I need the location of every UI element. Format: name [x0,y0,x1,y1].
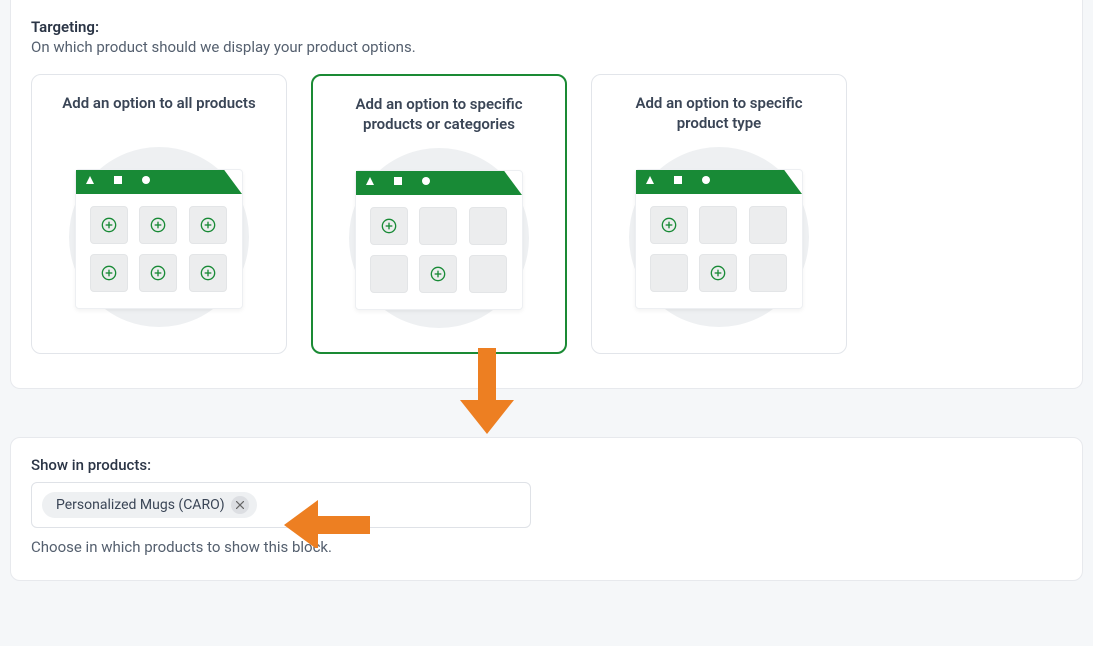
tile-blank [370,255,408,293]
tile-blank [749,206,787,244]
card-specific-products[interactable]: Add an option to specific products or ca… [311,74,567,354]
tag-remove-button[interactable] [231,496,249,514]
product-tag-input[interactable]: Personalized Mugs (CARO) [31,482,531,528]
tile-plus-icon [189,254,227,292]
targeting-panel: Targeting: On which product should we di… [10,0,1083,389]
card-title: Add an option to specific product type [608,93,830,135]
tile-blank [650,254,688,292]
tile-blank [419,207,457,245]
browser-mock [635,169,803,309]
tile-blank [749,254,787,292]
close-icon [236,501,244,509]
targeting-cards: Add an option to all products [31,74,1062,354]
show-in-products-helper: Choose in which products to show this bl… [31,538,1062,556]
targeting-subheading: On which product should we display your … [31,38,1062,56]
card-all-products[interactable]: Add an option to all products [31,74,287,354]
browser-bar [76,170,242,194]
tile-plus-icon [189,206,227,244]
browser-bar [356,171,522,195]
tile-plus-icon [419,255,457,293]
tile-plus-icon [139,254,177,292]
card-title: Add an option to all products [62,93,255,135]
tile-blank [469,207,507,245]
tile-plus-icon [90,206,128,244]
tile-plus-icon [650,206,688,244]
annotation-arrow-down-icon [460,348,514,438]
annotation-arrow-left-icon [284,500,370,552]
card-illustration [619,147,819,327]
tile-plus-icon [139,206,177,244]
browser-mock [355,170,523,310]
tile-blank [469,255,507,293]
tile-plus-icon [90,254,128,292]
card-product-type[interactable]: Add an option to specific product type [591,74,847,354]
show-in-products-panel: Show in products: Personalized Mugs (CAR… [10,437,1083,581]
tile-grid [636,194,802,308]
card-illustration [59,147,259,327]
card-title: Add an option to specific products or ca… [329,94,549,136]
targeting-heading: Targeting: [31,18,1062,36]
browser-bar [636,170,802,194]
card-illustration [339,148,539,328]
tile-grid [76,194,242,308]
product-tag-label: Personalized Mugs (CARO) [56,497,225,513]
tile-plus-icon [370,207,408,245]
tile-blank [699,206,737,244]
product-tag: Personalized Mugs (CARO) [42,492,257,518]
tile-plus-icon [699,254,737,292]
tile-grid [356,195,522,309]
browser-mock [75,169,243,309]
show-in-products-heading: Show in products: [31,456,1062,474]
